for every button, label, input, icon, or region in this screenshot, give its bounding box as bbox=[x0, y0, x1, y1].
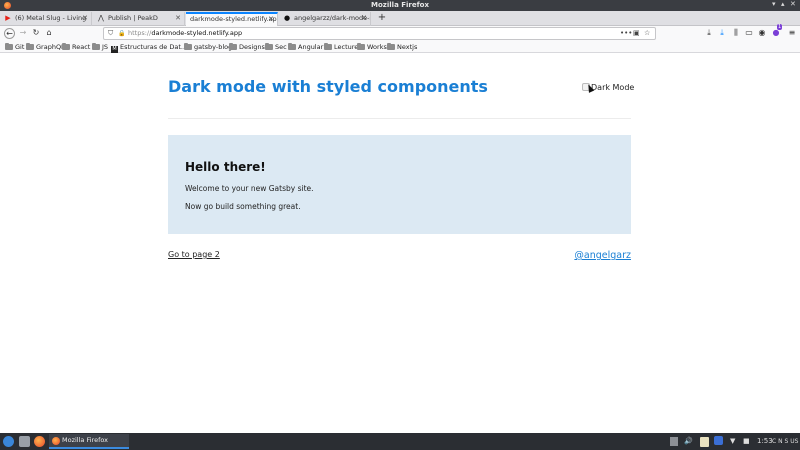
wifi-icon[interactable]: ▼ bbox=[730, 435, 735, 448]
maximize-icon[interactable]: ▴ bbox=[781, 0, 785, 8]
reload-button[interactable]: ↻ bbox=[30, 27, 42, 39]
bookmark-estructuras[interactable]: M Estructuras de Dat... bbox=[111, 41, 187, 53]
bookmark-folder-sec[interactable]: Sec bbox=[265, 41, 287, 53]
tab-github-repo[interactable]: ● angelgarzz/dark-mode-s ✕ bbox=[279, 12, 371, 26]
dark-mode-label[interactable]: Dark Mode bbox=[591, 82, 634, 93]
medium-logo: M bbox=[111, 46, 118, 53]
tab-peakd[interactable]: ⋀ Publish | PeakD ✕ bbox=[93, 12, 185, 26]
downloads-progress-icon[interactable]: ⤓ bbox=[716, 27, 728, 39]
account-icon[interactable]: ◉ bbox=[756, 27, 768, 39]
folder-icon bbox=[5, 43, 13, 50]
tab-close-icon[interactable]: ✕ bbox=[175, 12, 181, 25]
tab-strip: ▶ (6) Metal Slug - Living ✕ ⋀ Publish | … bbox=[0, 11, 800, 26]
folder-icon bbox=[324, 43, 332, 50]
bookmark-folder-react[interactable]: React bbox=[62, 41, 90, 53]
folder-icon bbox=[26, 43, 34, 50]
locale-indicator[interactable]: C N S US bbox=[772, 435, 798, 448]
tracking-shield-icon[interactable]: ⛉ bbox=[108, 28, 113, 39]
forward-button[interactable]: → bbox=[17, 27, 29, 39]
tab-close-icon[interactable]: ✕ bbox=[361, 12, 367, 25]
pocket-icon[interactable]: ▣ bbox=[633, 28, 640, 39]
hero-heading: Hello there! bbox=[185, 160, 266, 174]
window-titlebar: Mozilla Firefox ▾ ▴ ✕ bbox=[0, 0, 800, 11]
hero-subtext: Now go build something great. bbox=[185, 202, 301, 211]
bookmark-folder-graphql[interactable]: GraphQL bbox=[26, 41, 65, 53]
extension-icon[interactable]: ● 1 bbox=[770, 24, 783, 39]
folder-icon bbox=[288, 43, 296, 50]
sidebar-icon[interactable]: ▭ bbox=[743, 27, 755, 39]
firefox-launcher-icon[interactable] bbox=[34, 436, 45, 447]
clock-text[interactable]: 1:53 bbox=[757, 435, 773, 448]
bookmark-folder-angular[interactable]: Angular bbox=[288, 41, 323, 53]
volume-icon[interactable]: 🔊 bbox=[684, 435, 693, 448]
hero-box: Hello there! Welcome to your new Gatsby … bbox=[168, 135, 631, 234]
bookmark-folder-designs[interactable]: Designs bbox=[229, 41, 265, 53]
navigation-toolbar: ← → ↻ ⌂ ⛉ 🔒 https://darkmode-styled.netl… bbox=[0, 24, 800, 41]
start-menu-icon[interactable] bbox=[3, 436, 14, 447]
bookmark-folder-nextjs[interactable]: Nextjs bbox=[387, 41, 417, 53]
window-title: Mozilla Firefox bbox=[371, 1, 429, 9]
peakd-icon: ⋀ bbox=[98, 14, 104, 22]
url-text[interactable]: https://darkmode-styled.netlify.app bbox=[128, 28, 242, 39]
folder-icon bbox=[357, 43, 365, 50]
menu-button[interactable]: ≡ bbox=[786, 27, 798, 39]
site-title[interactable]: Dark mode with styled components bbox=[168, 77, 488, 96]
tab-label: angelgarzz/dark-mode-s bbox=[294, 14, 371, 22]
tab-label: darkmode-styled.netlify.app bbox=[190, 15, 278, 23]
bookmark-folder-gatsby-blog[interactable]: gatsby-blog bbox=[184, 41, 232, 53]
bookmark-folder-js[interactable]: JS bbox=[92, 41, 108, 53]
header-divider bbox=[168, 118, 631, 119]
taskbar-firefox-window[interactable]: Mozilla Firefox bbox=[49, 434, 129, 449]
new-tab-button[interactable]: + bbox=[377, 11, 387, 25]
folder-icon bbox=[184, 43, 192, 50]
bookmark-folder-works[interactable]: Works bbox=[357, 41, 387, 53]
tab-label: Publish | PeakD bbox=[108, 14, 158, 22]
home-button[interactable]: ⌂ bbox=[43, 27, 55, 39]
author-link[interactable]: @angelgarz bbox=[574, 250, 631, 261]
close-window-icon[interactable]: ✕ bbox=[790, 0, 796, 8]
tab-close-icon[interactable]: ✕ bbox=[82, 12, 88, 25]
download-button[interactable]: ⤓ bbox=[703, 27, 715, 39]
tab-darkmode-styled[interactable]: darkmode-styled.netlify.app ✕ bbox=[186, 12, 278, 26]
library-icon[interactable]: ⫼ bbox=[730, 27, 742, 39]
bookmark-folder-lecture[interactable]: Lecture bbox=[324, 41, 358, 53]
youtube-icon: ▶ bbox=[5, 14, 11, 22]
hero-welcome-text: Welcome to your new Gatsby site. bbox=[185, 184, 314, 193]
minimize-icon[interactable]: ▾ bbox=[772, 0, 776, 8]
page-viewport: Dark mode with styled components Dark Mo… bbox=[0, 54, 800, 433]
folder-icon bbox=[387, 43, 395, 50]
page-2-link[interactable]: Go to page 2 bbox=[168, 250, 220, 259]
folder-icon bbox=[92, 43, 100, 50]
extension-badge: 1 bbox=[777, 24, 783, 30]
lock-icon[interactable]: 🔒 bbox=[118, 28, 125, 39]
tab-metal-slug[interactable]: ▶ (6) Metal Slug - Living ✕ bbox=[0, 12, 92, 26]
notes-icon[interactable] bbox=[700, 437, 709, 447]
page-actions-button[interactable]: ••• bbox=[620, 28, 632, 39]
taskbar-task-label: Mozilla Firefox bbox=[62, 436, 108, 444]
badge-icon[interactable] bbox=[714, 436, 723, 445]
tab-close-icon[interactable]: ✕ bbox=[268, 14, 274, 25]
firefox-logo-icon bbox=[52, 437, 60, 445]
url-bar[interactable]: ⛉ 🔒 https://darkmode-styled.netlify.app … bbox=[103, 27, 656, 40]
folder-icon bbox=[265, 43, 273, 50]
back-button[interactable]: ← bbox=[4, 28, 15, 39]
github-icon: ● bbox=[283, 14, 291, 22]
tab-label: (6) Metal Slug - Living bbox=[15, 14, 87, 22]
tray-box-icon[interactable] bbox=[670, 437, 678, 446]
bookmark-folder-git[interactable]: Git bbox=[5, 41, 24, 53]
bookmark-star-icon[interactable]: ☆ bbox=[644, 28, 650, 39]
folder-icon bbox=[229, 43, 237, 50]
bookmarks-toolbar: Git GraphQL React JS M Estructuras de Dat… bbox=[0, 41, 800, 53]
folder-icon bbox=[62, 43, 70, 50]
file-manager-icon[interactable] bbox=[19, 436, 30, 447]
camera-icon[interactable]: ■ bbox=[743, 435, 750, 448]
desktop-taskbar: Mozilla Firefox 🔊 ▼ ■ 1:53 C N S US bbox=[0, 433, 800, 450]
